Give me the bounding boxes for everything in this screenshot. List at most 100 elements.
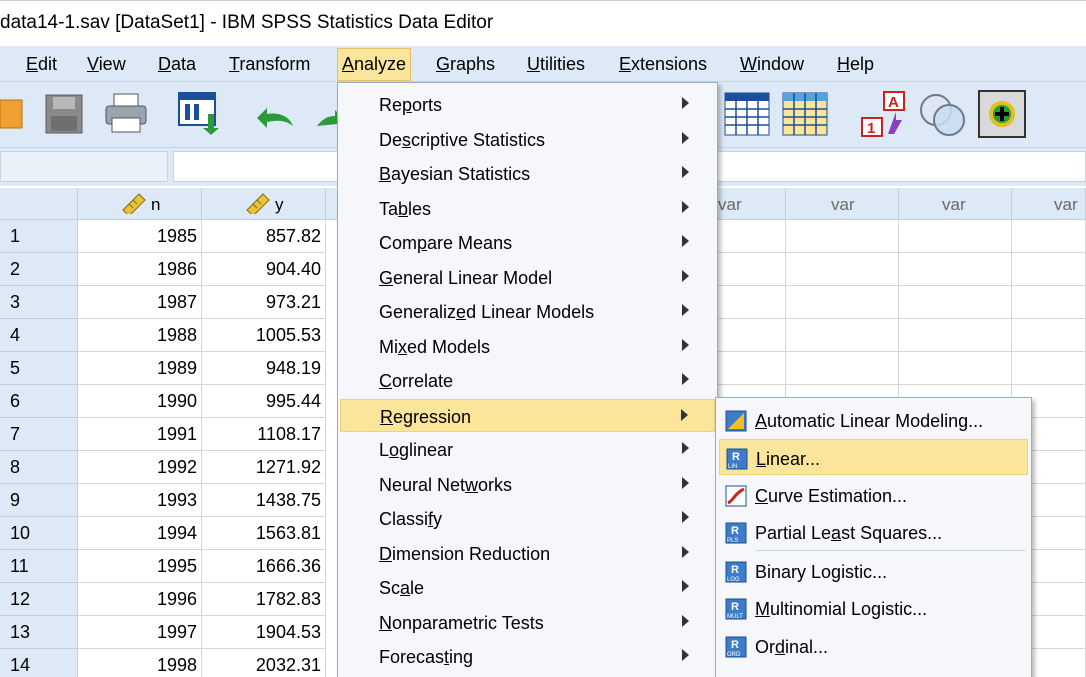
row-header[interactable]: 11 <box>0 550 78 583</box>
menu-utilities[interactable]: Utilities <box>523 53 589 81</box>
menu-item-regression[interactable]: Regression <box>340 398 715 432</box>
open-icon[interactable] <box>0 96 24 132</box>
cell-y[interactable]: 1782.83 <box>202 583 326 616</box>
row-header[interactable]: 4 <box>0 319 78 352</box>
cell-empty[interactable] <box>899 286 1012 319</box>
cell-empty[interactable] <box>786 253 899 286</box>
menu-item-tables[interactable]: Tables <box>340 192 715 225</box>
cell-name-box[interactable] <box>0 151 168 182</box>
redo-icon[interactable] <box>313 102 337 132</box>
menu-graphs[interactable]: Graphs <box>432 53 499 81</box>
cell-empty[interactable] <box>718 286 786 319</box>
row-header[interactable]: 2 <box>0 253 78 286</box>
row-header[interactable]: 6 <box>0 385 78 418</box>
submenu-item-partial-least-squares[interactable]: R PLS Partial Least Squares... <box>719 514 1028 550</box>
cell-empty[interactable] <box>1012 352 1086 385</box>
column-header-var[interactable]: var <box>718 188 786 220</box>
row-header[interactable]: 12 <box>0 583 78 616</box>
cell-empty[interactable] <box>786 319 899 352</box>
menu-item-generalized-linear-models[interactable]: Generalized Linear Models <box>340 295 715 328</box>
select-cases-icon[interactable] <box>782 92 828 136</box>
submenu-item-binary-logistic[interactable]: R LOG Binary Logistic... <box>719 553 1028 589</box>
cell-n[interactable]: 1992 <box>78 451 202 484</box>
cell-n[interactable]: 1991 <box>78 418 202 451</box>
cell-n[interactable]: 1994 <box>78 517 202 550</box>
cell-n[interactable]: 1997 <box>78 616 202 649</box>
menu-item-general-linear-model[interactable]: General Linear Model <box>340 261 715 294</box>
split-file-icon[interactable] <box>724 92 770 136</box>
menu-analyze[interactable]: Analyze <box>337 48 412 81</box>
submenu-item-curve-estimation[interactable]: Curve Estimation... <box>719 477 1028 513</box>
cell-empty[interactable] <box>899 319 1012 352</box>
column-header-y[interactable]: y <box>202 188 326 220</box>
menu-item-compare-means[interactable]: Compare Means <box>340 226 715 259</box>
cell-y[interactable]: 1904.53 <box>202 616 326 649</box>
menu-extensions[interactable]: Extensions <box>615 53 711 81</box>
cell-n[interactable]: 1990 <box>78 385 202 418</box>
menu-item-nonparametric-tests[interactable]: Nonparametric Tests <box>340 606 715 639</box>
menu-data[interactable]: Data <box>154 53 200 81</box>
cell-n[interactable]: 1986 <box>78 253 202 286</box>
column-header-var[interactable]: var <box>899 188 1012 220</box>
cell-y[interactable]: 1005.53 <box>202 319 326 352</box>
row-header[interactable]: 10 <box>0 517 78 550</box>
cell-y[interactable]: 2032.31 <box>202 649 326 677</box>
cell-y[interactable]: 1271.92 <box>202 451 326 484</box>
cell-empty[interactable] <box>1012 319 1086 352</box>
cell-y[interactable]: 1108.17 <box>202 418 326 451</box>
row-header[interactable]: 3 <box>0 286 78 319</box>
cell-y[interactable]: 857.82 <box>202 220 326 253</box>
cell-n[interactable]: 1988 <box>78 319 202 352</box>
row-header[interactable]: 1 <box>0 220 78 253</box>
cell-n[interactable]: 1996 <box>78 583 202 616</box>
cell-y[interactable]: 1563.81 <box>202 517 326 550</box>
cell-y[interactable]: 948.19 <box>202 352 326 385</box>
column-header-n[interactable]: n <box>78 188 202 220</box>
menu-item-dimension-reduction[interactable]: Dimension Reduction <box>340 537 715 570</box>
cell-y[interactable]: 995.44 <box>202 385 326 418</box>
cell-empty[interactable] <box>1012 286 1086 319</box>
corner-header[interactable] <box>0 188 78 220</box>
cell-empty[interactable] <box>1012 253 1086 286</box>
menu-item-classify[interactable]: Classify <box>340 502 715 535</box>
submenu-item-ordinal[interactable]: R ORD Ordinal... <box>719 628 1028 664</box>
menu-item-descriptive-statistics[interactable]: Descriptive Statistics <box>340 123 715 156</box>
cell-empty[interactable] <box>1012 220 1086 253</box>
cell-y[interactable]: 1666.36 <box>202 550 326 583</box>
cell-empty[interactable] <box>899 220 1012 253</box>
row-header[interactable]: 7 <box>0 418 78 451</box>
cell-empty[interactable] <box>786 220 899 253</box>
cell-empty[interactable] <box>718 220 786 253</box>
cell-n[interactable]: 1993 <box>78 484 202 517</box>
column-header-var[interactable]: var <box>786 188 899 220</box>
cell-empty[interactable] <box>718 253 786 286</box>
menu-item-bayesian-statistics[interactable]: Bayesian Statistics <box>340 157 715 190</box>
cell-n[interactable]: 1985 <box>78 220 202 253</box>
menu-item-scale[interactable]: Scale <box>340 571 715 604</box>
menu-edit[interactable]: Edit <box>22 53 61 81</box>
cell-n[interactable]: 1987 <box>78 286 202 319</box>
submenu-item-linear[interactable]: R LIN Linear... <box>719 439 1028 475</box>
menu-help[interactable]: Help <box>833 53 878 81</box>
print-icon[interactable] <box>104 92 148 136</box>
dialog-recall-icon[interactable] <box>178 92 224 136</box>
cell-empty[interactable] <box>786 286 899 319</box>
cell-n[interactable]: 1989 <box>78 352 202 385</box>
use-sets-icon[interactable] <box>918 92 968 138</box>
menu-window[interactable]: Window <box>736 53 808 81</box>
cell-empty[interactable] <box>899 253 1012 286</box>
row-header[interactable]: 8 <box>0 451 78 484</box>
menu-item-reports[interactable]: Reports <box>340 88 715 121</box>
save-icon[interactable] <box>45 94 83 134</box>
submenu-item-multinomial-logistic[interactable]: R MULT Multinomial Logistic... <box>719 590 1028 626</box>
row-header[interactable]: 5 <box>0 352 78 385</box>
cell-empty[interactable] <box>718 319 786 352</box>
row-header[interactable]: 9 <box>0 484 78 517</box>
row-header[interactable]: 14 <box>0 649 78 677</box>
menu-item-correlate[interactable]: Correlate <box>340 364 715 397</box>
menu-item-mixed-models[interactable]: Mixed Models <box>340 330 715 363</box>
cell-y[interactable]: 904.40 <box>202 253 326 286</box>
menu-transform[interactable]: Transform <box>225 53 314 81</box>
cell-empty[interactable] <box>718 352 786 385</box>
value-labels-icon[interactable]: A 1 <box>858 90 908 138</box>
